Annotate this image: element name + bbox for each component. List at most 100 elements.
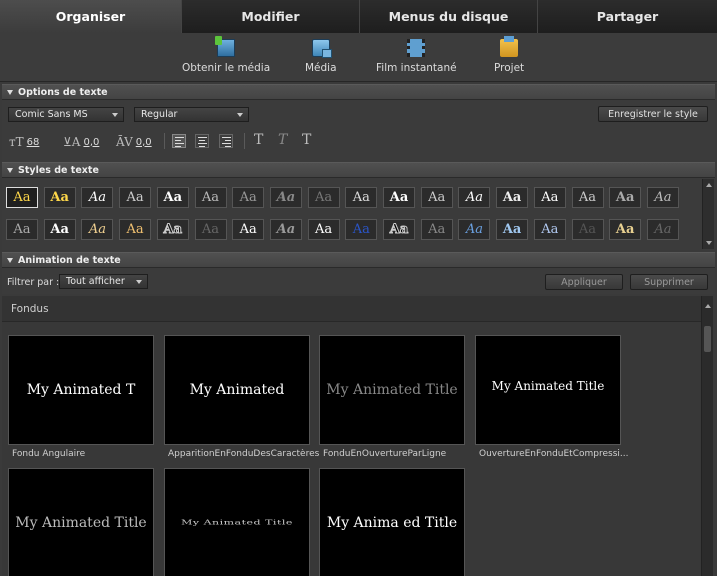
text-style-swatch[interactable]: Aa [119, 219, 152, 240]
text-style-swatch[interactable]: Aa [533, 187, 566, 208]
text-style-swatch[interactable]: Aa [496, 187, 529, 208]
text-style-swatch[interactable]: Aa [571, 219, 604, 240]
instant-movie-button[interactable]: Film instantané [376, 39, 457, 74]
swatch-glyph: Aa [352, 222, 370, 237]
leading-control[interactable]: ⊻A 0,0 [63, 134, 99, 150]
media-button[interactable]: Média [305, 39, 337, 74]
scroll-up-icon[interactable] [706, 183, 712, 187]
font-family-value: Comic Sans MS [15, 109, 88, 120]
text-style-swatch[interactable]: Aa [43, 219, 76, 240]
swatch-glyph: Aa [88, 190, 106, 205]
text-style-swatch[interactable]: Aa [458, 187, 491, 208]
kerning-control[interactable]: ĀV 0,0 [116, 134, 152, 150]
align-center-button[interactable] [195, 134, 209, 148]
text-style-swatch[interactable]: Aa [383, 187, 415, 208]
font-family-select[interactable]: Comic Sans MS [8, 107, 124, 122]
text-style-swatch[interactable]: Aa [420, 219, 453, 240]
text-style-swatch[interactable]: Aa [81, 219, 114, 240]
animation-name: ApparitionEnFonduDesCaractères [168, 449, 320, 459]
text-style-swatch[interactable]: Aa [420, 187, 453, 208]
get-media-label: Obtenir le média [182, 62, 271, 74]
text-style-swatch[interactable]: Aa [307, 219, 340, 240]
import-media-icon [215, 36, 236, 57]
project-button[interactable]: Projet [494, 36, 525, 74]
leading-value[interactable]: 0,0 [83, 137, 99, 148]
text-styles-header[interactable]: Styles de texte [2, 162, 715, 178]
text-options-header[interactable]: Options de texte [2, 84, 715, 100]
collapse-triangle-icon [7, 167, 13, 173]
text-style-swatch[interactable]: Aa [383, 219, 415, 240]
text-style-swatch[interactable]: Aa [307, 187, 340, 208]
text-style-swatch[interactable]: Aa [458, 219, 491, 240]
text-style-swatch[interactable]: Aa [609, 219, 642, 240]
swatch-glyph: Aa [315, 222, 333, 237]
swatch-glyph: Aa [239, 190, 257, 205]
align-left-button[interactable] [172, 134, 186, 148]
scroll-down-icon[interactable] [706, 241, 712, 245]
scroll-up-icon[interactable] [705, 304, 711, 308]
swatch-glyph: Aa [276, 190, 296, 205]
font-size-value[interactable]: 68 [27, 137, 40, 148]
text-style-swatch[interactable]: Aa [345, 219, 378, 240]
animation-thumbnail[interactable]: My Animated Title [8, 468, 154, 576]
text-style-swatch[interactable]: Aa [156, 219, 189, 240]
text-style-swatch[interactable]: Aa [119, 187, 152, 208]
text-style-swatch[interactable]: Aa [194, 187, 227, 208]
text-horizontal-icon[interactable]: T [254, 132, 263, 148]
text-vertical-icon[interactable]: T [302, 132, 311, 148]
swatch-glyph: Aa [654, 222, 672, 237]
align-right-button[interactable] [219, 134, 233, 148]
animation-thumbnail[interactable]: My Anima ed Title [319, 468, 465, 576]
font-style-select[interactable]: Regular [134, 107, 249, 122]
thumbnail-text: My Animated [189, 382, 285, 398]
tab-menus-du-disque[interactable]: Menus du disque [360, 0, 538, 33]
text-style-swatch[interactable]: Aa [646, 187, 679, 208]
text-style-swatch[interactable]: Aa [194, 219, 227, 240]
text-style-swatch[interactable]: Aa [232, 187, 265, 208]
swatch-glyph: Aa [502, 190, 522, 205]
animation-thumbnail[interactable]: My Animated T [8, 335, 154, 445]
swatch-glyph: Aa [201, 190, 220, 205]
font-size-control[interactable]: тT 68 [9, 134, 39, 150]
get-media-button[interactable]: Obtenir le média [182, 36, 271, 74]
project-label: Projet [494, 62, 525, 74]
styles-scrollbar[interactable] [702, 179, 714, 249]
text-animation-header[interactable]: Animation de texte [2, 252, 715, 268]
kerning-value[interactable]: 0,0 [136, 137, 152, 148]
save-style-button[interactable]: Enregistrer le style [598, 106, 708, 122]
text-style-swatch[interactable]: Aa [43, 187, 76, 208]
text-style-swatch[interactable]: Aa [345, 187, 378, 208]
apply-button[interactable]: Appliquer [545, 274, 623, 290]
text-style-swatch[interactable]: Aa [156, 187, 189, 208]
text-style-swatch[interactable]: Aa [6, 187, 38, 208]
animation-thumbnail[interactable]: My Animated Title [164, 468, 310, 576]
text-style-swatch[interactable]: Aa [6, 219, 38, 240]
animation-scrollbar[interactable] [701, 296, 713, 576]
scroll-thumb[interactable] [704, 326, 711, 352]
chevron-down-icon [136, 280, 142, 284]
text-style-swatch[interactable]: Aa [571, 187, 604, 208]
text-style-swatch[interactable]: Aa [81, 187, 114, 208]
animation-thumbnail[interactable]: My Animated Title [319, 335, 465, 445]
tab-partager[interactable]: Partager [538, 0, 717, 33]
delete-button[interactable]: Supprimer [630, 274, 708, 290]
text-style-swatch[interactable]: Aa [533, 219, 566, 240]
text-style-swatch[interactable]: Aa [269, 187, 302, 208]
tab-modifier[interactable]: Modifier [182, 0, 360, 33]
swatch-glyph: Aa [389, 222, 409, 238]
swatch-glyph: Aa [88, 222, 106, 237]
text-style-swatch[interactable]: Aa [646, 219, 679, 240]
text-styles-title: Styles de texte [18, 164, 99, 176]
text-italic-icon[interactable]: T [278, 132, 287, 148]
swatch-glyph: Aa [502, 222, 522, 237]
chevron-down-icon [237, 113, 243, 117]
swatch-glyph: Aa [428, 190, 446, 205]
animation-thumbnail[interactable]: My Animated [164, 335, 310, 445]
tab-organiser[interactable]: Organiser [0, 0, 182, 33]
animation-thumbnail[interactable]: My Animated Title [475, 335, 621, 445]
text-style-swatch[interactable]: Aa [269, 219, 302, 240]
text-style-swatch[interactable]: Aa [496, 219, 529, 240]
text-style-swatch[interactable]: Aa [609, 187, 642, 208]
filter-select[interactable]: Tout afficher [59, 274, 148, 289]
text-style-swatch[interactable]: Aa [232, 219, 265, 240]
